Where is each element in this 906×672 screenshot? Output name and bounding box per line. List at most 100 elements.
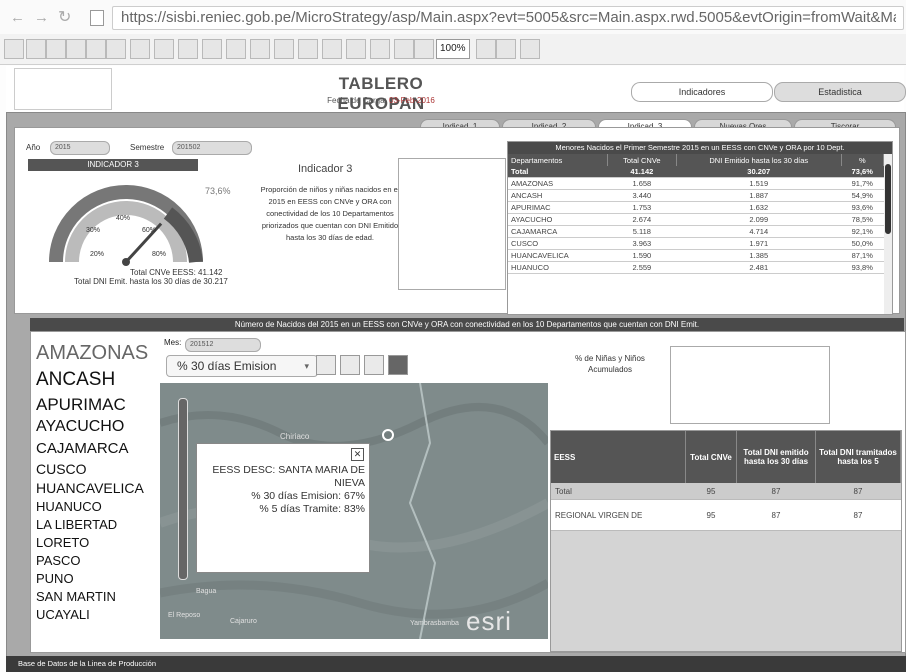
history-icon[interactable] <box>106 39 126 59</box>
department-item[interactable]: APURIMAC <box>36 395 126 415</box>
print-icon[interactable] <box>226 39 246 59</box>
close-icon[interactable]: ✕ <box>351 448 364 461</box>
table-cell: 95 <box>685 483 737 500</box>
reload-icon[interactable]: ↻ <box>58 7 71 27</box>
table-cell: 2.559 <box>607 261 677 274</box>
map-label: Chiriaco <box>280 432 310 441</box>
table-cell: 91,7% <box>841 177 884 190</box>
save-icon[interactable] <box>130 39 150 59</box>
department-item[interactable]: PUNO <box>36 571 74 586</box>
table-cell: ANCASH <box>508 189 608 202</box>
zoom-select[interactable]: 100% <box>436 39 470 59</box>
zoom-icon[interactable] <box>340 355 360 375</box>
total-row: Total 95 87 87 <box>551 483 901 500</box>
year-select[interactable]: 2015 <box>50 141 110 155</box>
map-popup: ✕ EESS DESC: SANTA MARIA DE NIEVA % 30 d… <box>196 443 370 573</box>
table-cell: 4.714 <box>676 225 842 238</box>
indicadores-button[interactable]: Indicadores <box>631 82 773 102</box>
chart-icon[interactable] <box>178 39 198 59</box>
table-row[interactable]: REGIONAL VIRGEN DE 95 87 87 <box>551 499 901 531</box>
back-button[interactable] <box>26 39 46 59</box>
metric-value: % 30 días Emision <box>177 359 277 373</box>
table-cell: 1.971 <box>676 237 842 250</box>
table-row[interactable]: CAJAMARCA 5.118 4.714 92,1% <box>508 225 884 238</box>
eess-grid: EESS Total CNVe Total DNI emitido hasta … <box>551 431 901 531</box>
department-item[interactable]: CUSCO <box>36 461 87 477</box>
export-icon[interactable] <box>202 39 222 59</box>
table-cell: Total <box>551 483 686 500</box>
indicator-title: Indicador 3 <box>298 163 353 175</box>
column-header[interactable]: Total CNVe <box>607 154 677 166</box>
forward-button[interactable] <box>66 39 86 59</box>
fullscreen-icon[interactable] <box>364 355 384 375</box>
calendar-icon[interactable] <box>370 39 390 59</box>
scrollbar-thumb[interactable] <box>885 164 891 234</box>
layout-dropdown-icon[interactable] <box>414 39 434 59</box>
forward-icon[interactable]: → <box>34 9 49 26</box>
forward-dropdown-icon[interactable] <box>86 39 106 59</box>
layout-icon[interactable] <box>394 39 414 59</box>
table-cell: 2.674 <box>607 213 677 226</box>
table-row[interactable]: HUANCAVELICA 1.590 1.385 87,1% <box>508 249 884 262</box>
column-header[interactable]: Total DNI tramitados hasta los 5 <box>815 431 901 483</box>
department-item[interactable]: AMAZONAS <box>36 342 148 365</box>
estadistica-button[interactable]: Estadistica <box>774 82 906 102</box>
department-item[interactable]: CAJAMARCA <box>36 440 129 457</box>
filter-icon[interactable] <box>316 355 336 375</box>
address-bar[interactable]: https://sisbi.reniec.gob.pe/MicroStrateg… <box>112 6 904 30</box>
image-icon[interactable] <box>520 39 540 59</box>
map-zoom-slider[interactable] <box>178 398 188 580</box>
table-row[interactable]: CUSCO 3.963 1.971 50,0% <box>508 237 884 250</box>
excel-icon[interactable] <box>298 39 318 59</box>
semester-label: Semestre <box>130 143 165 152</box>
gauge-tick-label: 20% <box>90 251 104 258</box>
metric-select[interactable]: % 30 días Emision ▾ <box>166 355 318 377</box>
table-cell: 54,9% <box>841 189 884 202</box>
table-icon[interactable] <box>496 39 516 59</box>
month-select[interactable]: 201512 <box>185 338 261 352</box>
department-item[interactable]: UCAYALI <box>36 607 90 622</box>
table-row[interactable]: AMAZONAS 1.658 1.519 91,7% <box>508 177 884 190</box>
table-row[interactable]: HUANUCO 2.559 2.481 93,8% <box>508 261 884 274</box>
column-header[interactable]: Total DNI emitido hasta los 30 días <box>736 431 816 483</box>
department-item[interactable]: ANCASH <box>36 369 115 391</box>
image-placeholder <box>398 158 506 290</box>
semester-select[interactable]: 201502 <box>172 141 252 155</box>
column-header[interactable]: Departamentos <box>508 154 608 166</box>
home-icon[interactable] <box>4 39 24 59</box>
logo-placeholder-image <box>14 68 112 110</box>
column-header[interactable]: DNI Emitido hasta los 30 días <box>676 154 842 166</box>
back-icon[interactable]: ← <box>10 9 25 26</box>
table-row[interactable]: APURIMAC 1.753 1.632 93,6% <box>508 201 884 214</box>
gauge-chart: 20% 30% 40% 60% 80% <box>49 185 203 266</box>
department-table: Menores Nacidos el Primer Semestre 2015 … <box>507 141 893 315</box>
department-item[interactable]: LA LIBERTAD <box>36 517 117 532</box>
table-cell: AYACUCHO <box>508 213 608 226</box>
back-dropdown-icon[interactable] <box>46 39 66 59</box>
department-item[interactable]: PASCO <box>36 553 81 568</box>
image-placeholder <box>670 346 830 424</box>
column-header[interactable]: % <box>841 154 885 166</box>
popup-line: % 30 días Emision: 67% <box>251 490 365 502</box>
gauge-hub <box>122 258 130 266</box>
department-table-title: Menores Nacidos el Primer Semestre 2015 … <box>508 142 892 154</box>
email-icon[interactable] <box>346 39 366 59</box>
department-item[interactable]: SAN MARTIN <box>36 589 116 604</box>
department-item[interactable]: AYACUCHO <box>36 418 124 436</box>
zoom-dropdown-icon[interactable] <box>476 39 496 59</box>
document-icon[interactable] <box>154 39 174 59</box>
column-header[interactable]: Total CNVe <box>685 431 737 483</box>
department-item[interactable]: LORETO <box>36 535 89 550</box>
pdf-icon[interactable] <box>274 39 294 59</box>
department-item[interactable]: HUANCAVELICA <box>36 480 144 496</box>
table-cell: HUANUCO <box>508 261 608 274</box>
table-cell: 1.887 <box>676 189 842 202</box>
layers-icon[interactable] <box>388 355 408 375</box>
table-row[interactable]: AYACUCHO 2.674 2.099 78,5% <box>508 213 884 226</box>
department-item[interactable]: HUANUCO <box>36 499 102 514</box>
edit-icon[interactable] <box>322 39 342 59</box>
table-row[interactable]: ANCASH 3.440 1.887 54,9% <box>508 189 884 202</box>
table-cell: 1.658 <box>607 177 677 190</box>
column-header[interactable]: EESS <box>551 431 686 483</box>
grid-icon[interactable] <box>250 39 270 59</box>
